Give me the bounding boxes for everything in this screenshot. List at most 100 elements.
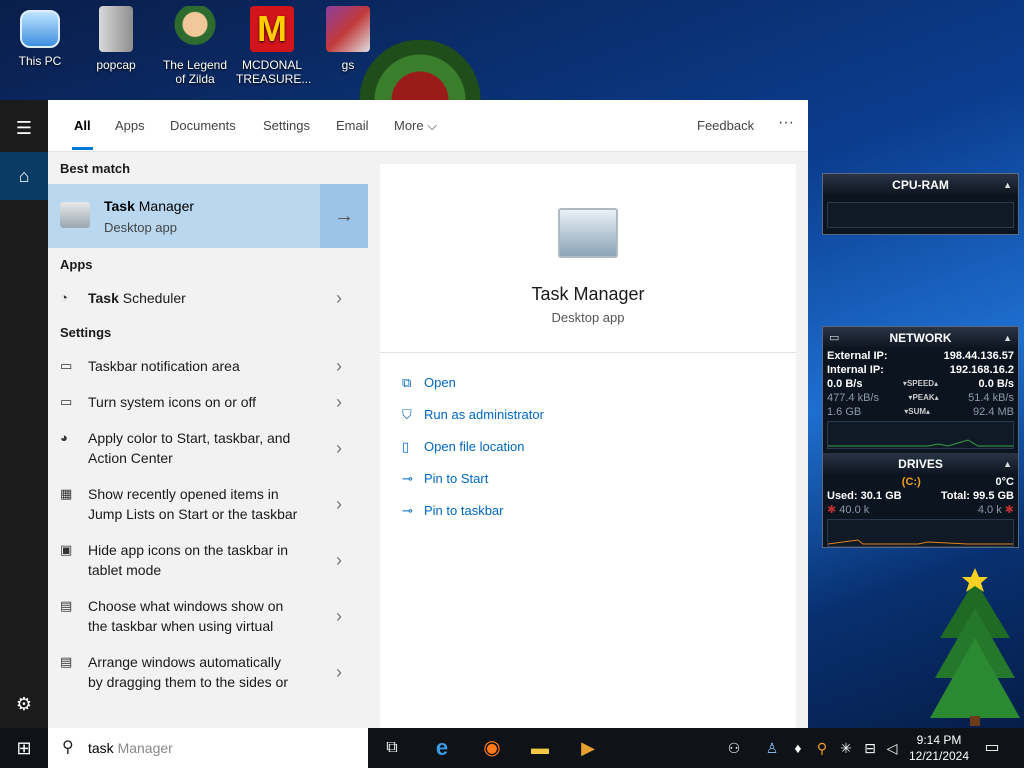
settings-gear-icon[interactable]: ⚙	[0, 680, 48, 728]
chevron-right-icon: ›	[336, 494, 342, 514]
open-preview-arrow-icon[interactable]: →	[320, 184, 368, 248]
tab-documents[interactable]: Documents	[170, 118, 236, 133]
action-open-file-location[interactable]: ▯ Open file location	[402, 439, 524, 455]
chevron-right-icon: ›	[336, 606, 342, 626]
task-view-icon[interactable]: ⧉	[372, 728, 412, 768]
computer-icon	[20, 10, 60, 48]
preview-subtitle: Desktop app	[551, 310, 625, 325]
desktop-icon-this-pc[interactable]: This PC	[4, 6, 76, 68]
search-tray-icon[interactable]: ⚲	[810, 728, 834, 768]
internet-explorer-icon[interactable]: e	[422, 728, 462, 768]
christmas-tree-decoration	[930, 568, 1020, 726]
network-gadget: ▭ NETWORK ▲ External IP: 198.44.136.57 Inte…	[822, 326, 1019, 548]
file-icon: ▯	[402, 439, 410, 454]
external-ip: 198.44.136.57	[943, 350, 1014, 362]
desktop-icon-label: This PC	[18, 54, 62, 68]
file-explorer-icon[interactable]: ▬	[520, 728, 560, 768]
section-best-match: Best match	[60, 161, 131, 176]
peak-label: PEAK	[912, 393, 935, 402]
action-label: Run as administrator	[424, 407, 544, 422]
action-pin-to-taskbar[interactable]: ⊸ Pin to taskbar	[402, 503, 504, 519]
search-query: task Manager	[88, 740, 173, 756]
best-match-item[interactable]: Task Manager Desktop app	[48, 184, 320, 248]
internal-ip-label: Internal IP:	[827, 364, 884, 376]
clock[interactable]: 9:14 PM 12/21/2024	[902, 732, 976, 764]
pin-icon: ⊸	[402, 471, 413, 486]
search-input[interactable]: ⚲ task Manager	[48, 728, 368, 768]
firefox-icon[interactable]: ◉	[472, 728, 512, 768]
hamburger-menu-icon[interactable]: ☰	[0, 104, 48, 152]
internal-ip: 192.168.16.2	[949, 364, 1014, 376]
collapse-icon[interactable]: ▲	[1003, 327, 1012, 349]
tab-more[interactable]: More ⌵	[394, 118, 437, 134]
settings-item-line2: Jump Lists on Start or the taskbar	[88, 506, 298, 522]
home-icon[interactable]: ⌂	[0, 152, 48, 200]
drive-total: Total: 99.5 GB	[940, 490, 1014, 502]
section-apps: Apps	[60, 257, 93, 272]
shield-icon: ⛉	[402, 407, 412, 422]
desktop-icon-popcap[interactable]: popcap	[80, 6, 152, 72]
snowflake-icon[interactable]: ✳	[834, 728, 858, 768]
people-icon[interactable]: ⚇	[720, 728, 748, 768]
search-tabs: All Apps Documents Settings Email More ⌵…	[48, 100, 808, 152]
desktop-icon-mcdonal[interactable]: M MCDONAL TREASURE...	[236, 6, 311, 86]
taskbar: ⊞ ⚲ task Manager ⧉ e ◉ ▬ ▶ ⚇ ♙ ♦ ⚲ ✳ ⊟ ◁…	[0, 728, 1024, 768]
app-title-rest: Scheduler	[118, 290, 186, 306]
windows-start-icon[interactable]: ⊞	[4, 728, 44, 768]
section-settings: Settings	[60, 325, 112, 340]
peak-up: 51.4 kB/s	[968, 392, 1014, 404]
best-match-title-rest: Manager	[134, 198, 195, 214]
settings-item-line2: Action Center	[88, 450, 173, 466]
sum-label: SUM	[908, 407, 927, 416]
divider	[380, 352, 796, 353]
chevron-right-icon: ›	[336, 288, 342, 308]
settings-item-line1: Arrange windows automatically	[88, 654, 281, 670]
game-icon	[173, 6, 217, 52]
notification-center-icon[interactable]: ▭	[978, 728, 1006, 768]
settings-item-line1: Apply color to Start, taskbar, and	[88, 430, 291, 446]
action-pin-to-start[interactable]: ⊸ Pin to Start	[402, 471, 488, 487]
multitasking-icon: ▤	[60, 654, 73, 669]
task-manager-icon	[60, 202, 90, 228]
tab-more-label: More	[394, 118, 424, 133]
more-options-icon[interactable]: ···	[778, 114, 794, 132]
search-typed-text: task	[88, 740, 114, 756]
clock-time: 9:14 PM	[916, 733, 962, 747]
settings-item-line2: by dragging them to the sides or	[88, 674, 289, 690]
gadget-title: CPU-RAM	[892, 178, 949, 192]
action-run-as-admin[interactable]: ⛉ Run as administrator	[402, 407, 544, 423]
media-player-icon[interactable]: ▶	[568, 728, 608, 768]
clock-date: 12/21/2024	[908, 749, 970, 763]
tab-apps[interactable]: Apps	[115, 118, 145, 133]
desktop-icon-legend-of-zilda[interactable]: The Legend of Zilda	[159, 6, 231, 86]
settings-item-line2: tablet mode	[88, 562, 162, 578]
taskbar-icon: ▭	[60, 358, 73, 373]
settings-item-line1: Taskbar notification area	[88, 358, 240, 374]
tab-settings[interactable]: Settings	[263, 118, 310, 133]
collapse-icon[interactable]: ▲	[1003, 453, 1012, 475]
action-open[interactable]: ⧉ Open	[402, 375, 456, 391]
sum-up: 92.4 MB	[973, 406, 1014, 418]
action-label: Pin to Start	[424, 471, 489, 486]
network-icon[interactable]: ⊟	[858, 728, 882, 768]
user-tray-icon[interactable]: ♙	[758, 728, 786, 768]
speed-up: 0.0 B/s	[978, 378, 1014, 390]
sum-down: 1.6 GB	[827, 406, 862, 418]
tab-all[interactable]: All	[72, 118, 93, 150]
volume-muted-icon[interactable]: ◁	[882, 728, 902, 768]
gadget-title: NETWORK	[889, 331, 952, 345]
task-manager-large-icon	[558, 208, 618, 258]
chevron-down-icon: ⌵	[427, 118, 438, 133]
drive-used: Used: 30.1 GB	[827, 490, 902, 502]
taskbar-icon: ▭	[60, 394, 73, 409]
tab-email[interactable]: Email	[336, 118, 369, 133]
feedback-link[interactable]: Feedback	[697, 118, 754, 133]
drives-graph	[827, 519, 1014, 547]
cpu-ram-graph	[827, 202, 1014, 228]
desktop-icon-label: popcap	[96, 58, 136, 72]
collapse-icon[interactable]: ▲	[1003, 174, 1012, 196]
speed-down: 0.0 B/s	[827, 378, 863, 390]
water-drop-icon[interactable]: ♦	[786, 728, 810, 768]
results-list: Best match Task Manager Desktop app → Ap…	[48, 152, 368, 728]
write-icon: ✱	[1004, 504, 1014, 516]
